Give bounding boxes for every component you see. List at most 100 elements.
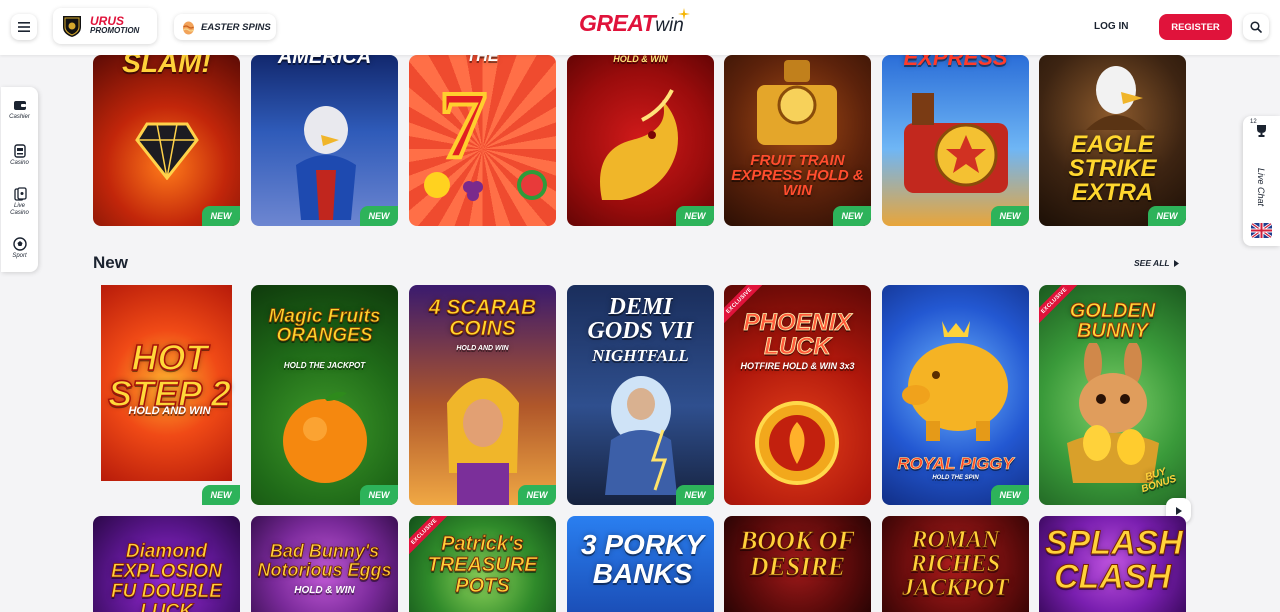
game-title: AMERICA <box>277 55 372 68</box>
game-card[interactable]: FRUIT TRAIN EXPRESS HOLD & WIN NEW <box>724 55 871 226</box>
game-subtitle: HOLD THE JACKPOT <box>283 361 366 370</box>
game-title: FRUIT TRAIN EXPRESS HOLD & WIN <box>731 152 864 199</box>
game-card[interactable]: ROYAL PIGGY HOLD THE SPIN NEW <box>882 285 1029 505</box>
register-button[interactable]: REGISTER <box>1159 14 1232 40</box>
game-card[interactable]: BOOK OF DESIRE <box>724 516 871 612</box>
game-card[interactable]: SLAM! NEW <box>93 55 240 226</box>
promo-urus-subtitle: PROMOTION <box>90 26 140 35</box>
search-button[interactable] <box>1243 14 1269 40</box>
game-title: HOT STEP 2 <box>107 337 231 414</box>
search-icon <box>1250 21 1262 33</box>
right-sidebar: 12 Live Chat <box>1243 116 1280 246</box>
game-card[interactable]: HOLD & WIN NEW <box>567 55 714 226</box>
nav-sport-label: Sport <box>12 253 27 259</box>
nav-live-casino[interactable]: Live Casino <box>1 187 38 217</box>
game-card[interactable]: Patrick's TREASURE POTS EXCLUSIVE <box>409 516 556 612</box>
game-card[interactable]: ROMAN RICHES JACKPOT <box>882 516 1029 612</box>
see-all-label: SEE ALL <box>1134 258 1170 268</box>
new-badge: NEW <box>360 485 398 505</box>
urus-promotion-button[interactable]: URUS PROMOTION <box>53 8 157 44</box>
game-title: THE <box>466 55 499 65</box>
uk-flag-icon[interactable] <box>1251 223 1272 238</box>
game-subtitle: HOLD AND WIN <box>128 405 211 417</box>
nav-sport[interactable]: Sport <box>1 237 38 260</box>
fruits-icon <box>424 170 547 201</box>
train-icon <box>757 60 837 145</box>
eagle-hero-icon <box>296 106 356 220</box>
locomotive-icon <box>904 93 1008 193</box>
game-title: 3 PORKY BANKS <box>581 529 704 590</box>
game-title: GOLDEN BUNNY <box>1069 300 1156 342</box>
new-badge: NEW <box>991 485 1029 505</box>
game-title: SLAM! <box>122 55 211 78</box>
new-badge: NEW <box>991 206 1029 226</box>
game-title: ROYAL PIGGY <box>897 454 1014 473</box>
new-badge: NEW <box>202 206 240 226</box>
cleopatra-icon <box>447 378 519 505</box>
game-title: Bad Bunny's Notorious Eggs <box>257 541 392 580</box>
game-title: EXPRESS <box>903 55 1008 70</box>
game-card[interactable]: EAGLE STRIKE EXTRA NEW <box>1039 55 1186 226</box>
game-title: DEMI GODS VII <box>587 294 694 344</box>
game-card[interactable]: Diamond EXPLOSION FU DOUBLE LUCK <box>93 516 240 612</box>
game-card[interactable]: PHOENIX LUCK HOTFIRE HOLD & WIN 3x3 EXCL… <box>724 285 871 505</box>
game-subtitle: HOLD AND WIN <box>456 345 509 352</box>
easter-spins-button[interactable]: EASTER SPINS <box>174 14 276 40</box>
zeus-icon <box>605 376 677 495</box>
cards-icon <box>13 187 27 201</box>
hamburger-menu-button[interactable] <box>11 14 37 40</box>
bull-shield-icon <box>63 16 81 37</box>
new-badge: NEW <box>676 485 714 505</box>
phoenix-coin-icon <box>755 401 839 485</box>
new-badge: NEW <box>202 485 240 505</box>
game-title: Patrick's TREASURE POTS <box>427 533 538 597</box>
nav-live-casino-label: Live Casino <box>10 203 29 216</box>
hamburger-icon <box>18 22 30 32</box>
game-title: ROMAN RICHES JACKPOT <box>902 527 1009 601</box>
game-subtitle: NIGHTFALL <box>592 346 689 365</box>
game-card[interactable]: 4 SCARAB COINS HOLD AND WIN NEW <box>409 285 556 505</box>
football-icon <box>12 237 27 251</box>
game-card[interactable]: 7 THE <box>409 55 556 226</box>
slot-machine-icon <box>13 144 26 158</box>
game-title: PHOENIX LUCK <box>743 309 852 360</box>
left-sidebar: Cashier Casino Live Casino Sport <box>1 87 38 272</box>
game-subtitle: HOLD & WIN <box>294 585 355 596</box>
trophy-icon[interactable] <box>1254 123 1269 138</box>
game-card[interactable]: Bad Bunny's Notorious Eggs HOLD & WIN <box>251 516 398 612</box>
diamond-icon <box>135 122 199 180</box>
eagle-icon <box>1086 66 1146 130</box>
live-chat-label: Live Chat <box>1256 167 1266 207</box>
game-subtitle: HOLD THE SPIN <box>932 475 979 481</box>
game-card[interactable]: DEMI GODS VII NIGHTFALL NEW <box>567 285 714 505</box>
caret-right-icon <box>1175 506 1182 515</box>
game-title: HOLD & WIN <box>613 55 668 64</box>
piggy-bank-icon <box>902 321 1008 441</box>
promo-urus-title: URUS <box>90 14 125 28</box>
game-card[interactable]: GOLDEN BUNNY BUY BONUS EXCLUSIVE <box>1039 285 1186 505</box>
nav-cashier[interactable]: Cashier <box>1 98 38 121</box>
nav-casino-label: Casino <box>10 160 29 166</box>
login-button[interactable]: LOG IN <box>1094 21 1128 32</box>
live-chat-button[interactable]: Live Chat <box>1253 158 1269 216</box>
easter-egg-icon <box>183 21 194 34</box>
sparkle-icon <box>678 8 690 20</box>
orange-fruit-icon <box>283 391 367 483</box>
section-title-new: New <box>93 253 128 272</box>
game-title: SPLASH CLASH <box>1045 524 1184 596</box>
new-badge: NEW <box>676 206 714 226</box>
game-card[interactable]: AMERICA NEW <box>251 55 398 226</box>
game-title: EAGLE STRIKE EXTRA <box>1068 131 1157 206</box>
game-card[interactable]: Magic Fruits ORANGES HOLD THE JACKPOT NE… <box>251 285 398 505</box>
game-title: Magic Fruits ORANGES <box>268 306 381 346</box>
wallet-icon <box>13 101 26 110</box>
nav-casino[interactable]: Casino <box>1 144 38 167</box>
game-card[interactable]: HOT STEP 2 HOLD AND WIN NEW <box>93 285 240 505</box>
dragon-icon <box>600 89 678 200</box>
game-subtitle: HOTFIRE HOLD & WIN 3x3 <box>740 361 855 371</box>
see-all-link[interactable]: SEE ALL <box>1134 258 1179 268</box>
game-card[interactable]: EXPRESS NEW <box>882 55 1029 226</box>
greatwin-logo[interactable]: GREATwin <box>579 8 704 42</box>
game-card[interactable]: 3 PORKY BANKS <box>567 516 714 612</box>
game-card[interactable]: SPLASH CLASH <box>1039 516 1186 612</box>
